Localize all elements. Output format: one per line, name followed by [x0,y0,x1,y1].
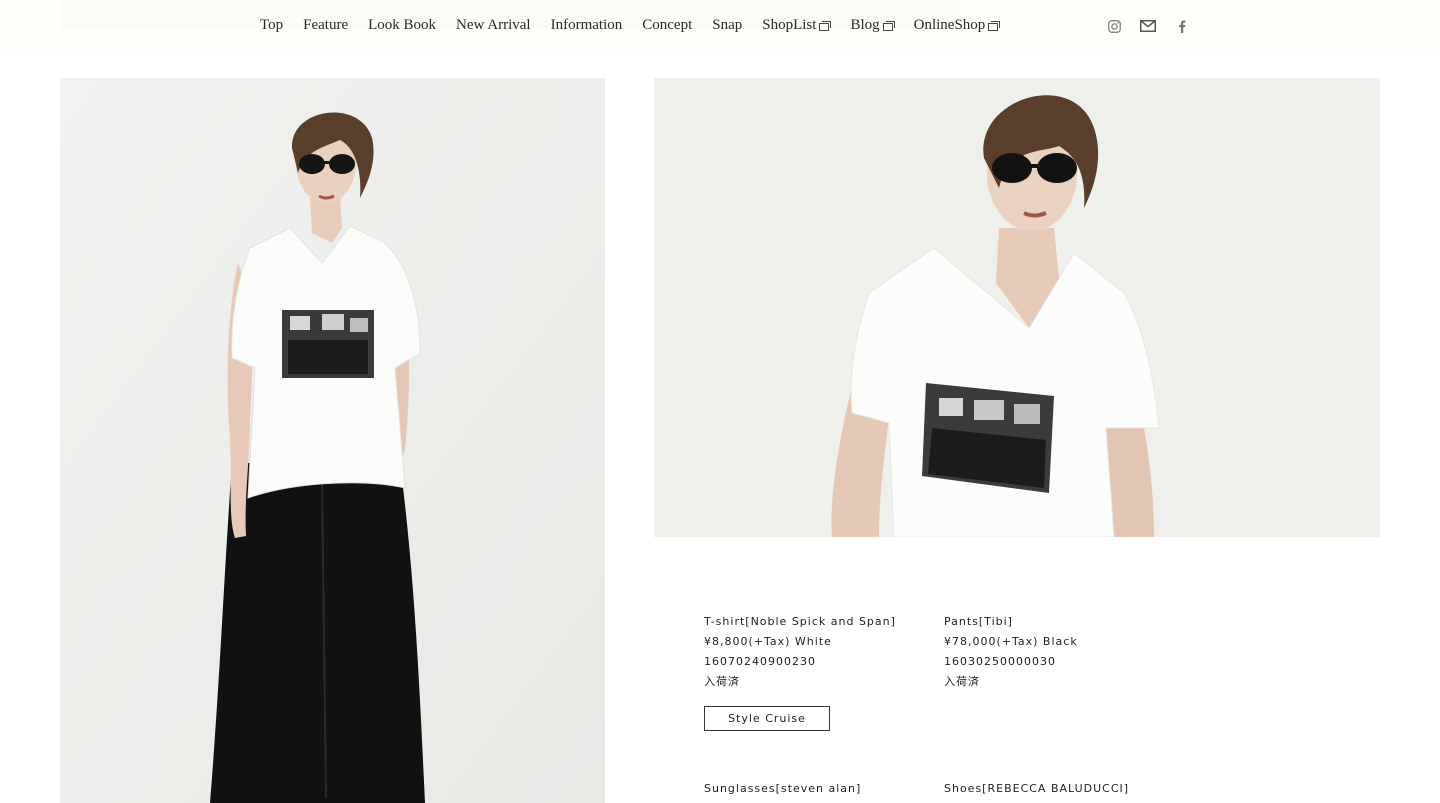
product-name: Sunglasses[steven alan] [704,782,862,795]
product-name: Pants[Tibi] [944,615,1013,628]
model-illustration-full [60,78,605,803]
nav-feature-label: Feature [303,17,349,33]
social-links [1104,18,1206,34]
nav-snap[interactable]: Snap [702,17,752,34]
model-illustration-closeup [654,78,1380,537]
nav-onlineshop-label: OnlineShop [913,17,986,33]
nav-look-book[interactable]: Look Book [358,17,446,34]
nav-information-label: Information [550,17,623,33]
facebook-icon[interactable] [1172,18,1192,34]
nav-concept-label: Concept [642,17,693,33]
nav-information[interactable]: Information [541,17,633,34]
nav-blog-label: Blog [850,17,880,33]
external-link-icon [882,21,895,31]
product-credit-shoes: Shoes[REBECCA BALUDUCCI] [944,779,1174,799]
nav-snap-label: Snap [712,17,743,33]
nav-top-label: Top [260,17,284,33]
lookbook-photo-closeup [654,78,1380,537]
top-navigation-bar: Top Feature Look Book New Arrival Inform… [0,0,1440,50]
external-link-icon [819,21,832,31]
product-code: 16070240900230 [704,655,816,668]
external-link-icon [988,21,1001,31]
product-code: 16030250000030 [944,655,1056,668]
product-name: Shoes[REBECCA BALUDUCCI] [944,782,1130,795]
product-name: T-shirt[Noble Spick and Span] [704,615,896,628]
nav-feature[interactable]: Feature [293,17,358,34]
product-credit-pants: Pants[Tibi] ¥78,000(+Tax) Black 16030250… [944,612,1174,692]
nav-concept[interactable]: Concept [632,17,702,34]
nav-new-arrival-label: New Arrival [456,17,531,33]
style-cruise-button[interactable]: Style Cruise [704,706,830,731]
nav-blog[interactable]: Blog [840,17,903,34]
nav-onlineshop[interactable]: OnlineShop [904,17,1010,34]
product-status: 入荷済 [704,675,740,688]
mail-icon[interactable] [1138,18,1158,34]
nav-look-book-label: Look Book [368,17,437,33]
nav-shoplist-label: ShopList [762,17,817,33]
nav-top[interactable]: Top [250,17,293,34]
instagram-icon[interactable] [1104,18,1124,34]
lookbook-photo-full-length [60,78,605,803]
nav-new-arrival[interactable]: New Arrival [446,17,541,34]
nav-shoplist[interactable]: ShopList [752,17,840,34]
product-price: ¥8,800(+Tax) White [704,635,832,648]
product-credit-tshirt: T-shirt[Noble Spick and Span] ¥8,800(+Ta… [704,612,934,692]
product-status: 入荷済 [944,675,980,688]
main-nav: Top Feature Look Book New Arrival Inform… [250,17,1009,34]
product-price: ¥78,000(+Tax) Black [944,635,1078,648]
product-credit-sunglasses: Sunglasses[steven alan] [704,779,934,799]
